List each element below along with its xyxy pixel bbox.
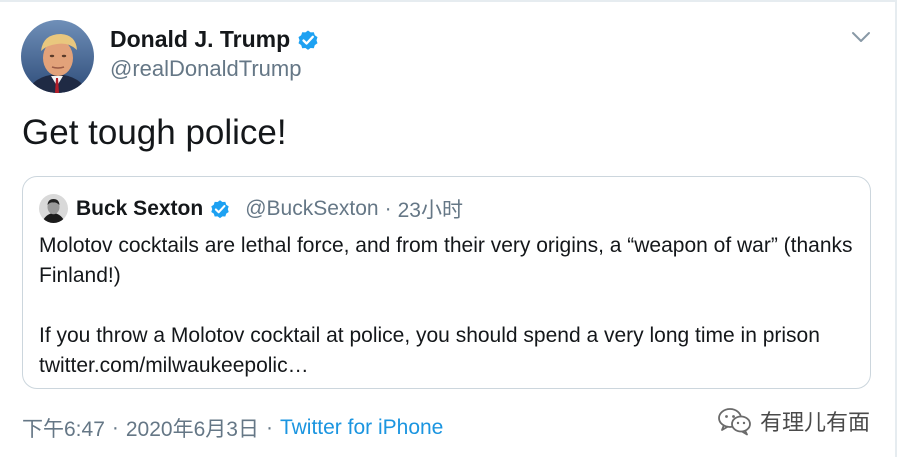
quoted-author-avatar[interactable] [39, 194, 68, 223]
separator-dot: · [111, 416, 119, 439]
separator-dot: · [265, 416, 273, 439]
author-handle[interactable]: @realDonaldTrump [110, 56, 301, 82]
tweet-date[interactable]: 2020年6月3日 [126, 413, 259, 443]
verified-badge-icon [209, 198, 231, 220]
top-divider [0, 0, 897, 2]
watermark-text: 有理儿有面 [760, 410, 871, 435]
wechat-logo-icon [716, 406, 752, 436]
author-avatar[interactable] [21, 20, 94, 93]
tweet-text: Get tough police! [22, 113, 287, 152]
tweet-time[interactable]: 下午6:47 [22, 413, 105, 443]
quoted-tweet-body: Molotov cocktails are lethal force, and … [39, 231, 859, 381]
quoted-tweet-paragraph-1: Molotov cocktails are lethal force, and … [39, 234, 853, 287]
quoted-tweet-time[interactable]: 23小时 [398, 194, 463, 224]
watermark: 有理儿有面 [716, 405, 870, 437]
chevron-down-icon[interactable] [850, 28, 872, 46]
quoted-tweet-card[interactable]: Buck Sexton @BuckSexton · 23小时 Molotov c… [22, 176, 871, 389]
separator-dot: · [384, 197, 392, 220]
quoted-author-handle[interactable]: @BuckSexton [245, 197, 378, 221]
author-name[interactable]: Donald J. Trump [110, 26, 320, 53]
quoted-tweet-paragraph-2: If you throw a Molotov cocktail at polic… [39, 324, 820, 377]
tweet-source-link[interactable]: Twitter for iPhone [280, 416, 443, 440]
quoted-tweet-header: Buck Sexton @BuckSexton · 23小时 [76, 194, 463, 224]
verified-badge-icon [296, 28, 320, 52]
quoted-author-name[interactable]: Buck Sexton [76, 197, 203, 221]
author-name-text: Donald J. Trump [110, 26, 291, 52]
tweet-meta: 下午6:47 · 2020年6月3日 · Twitter for iPhone [22, 413, 443, 443]
